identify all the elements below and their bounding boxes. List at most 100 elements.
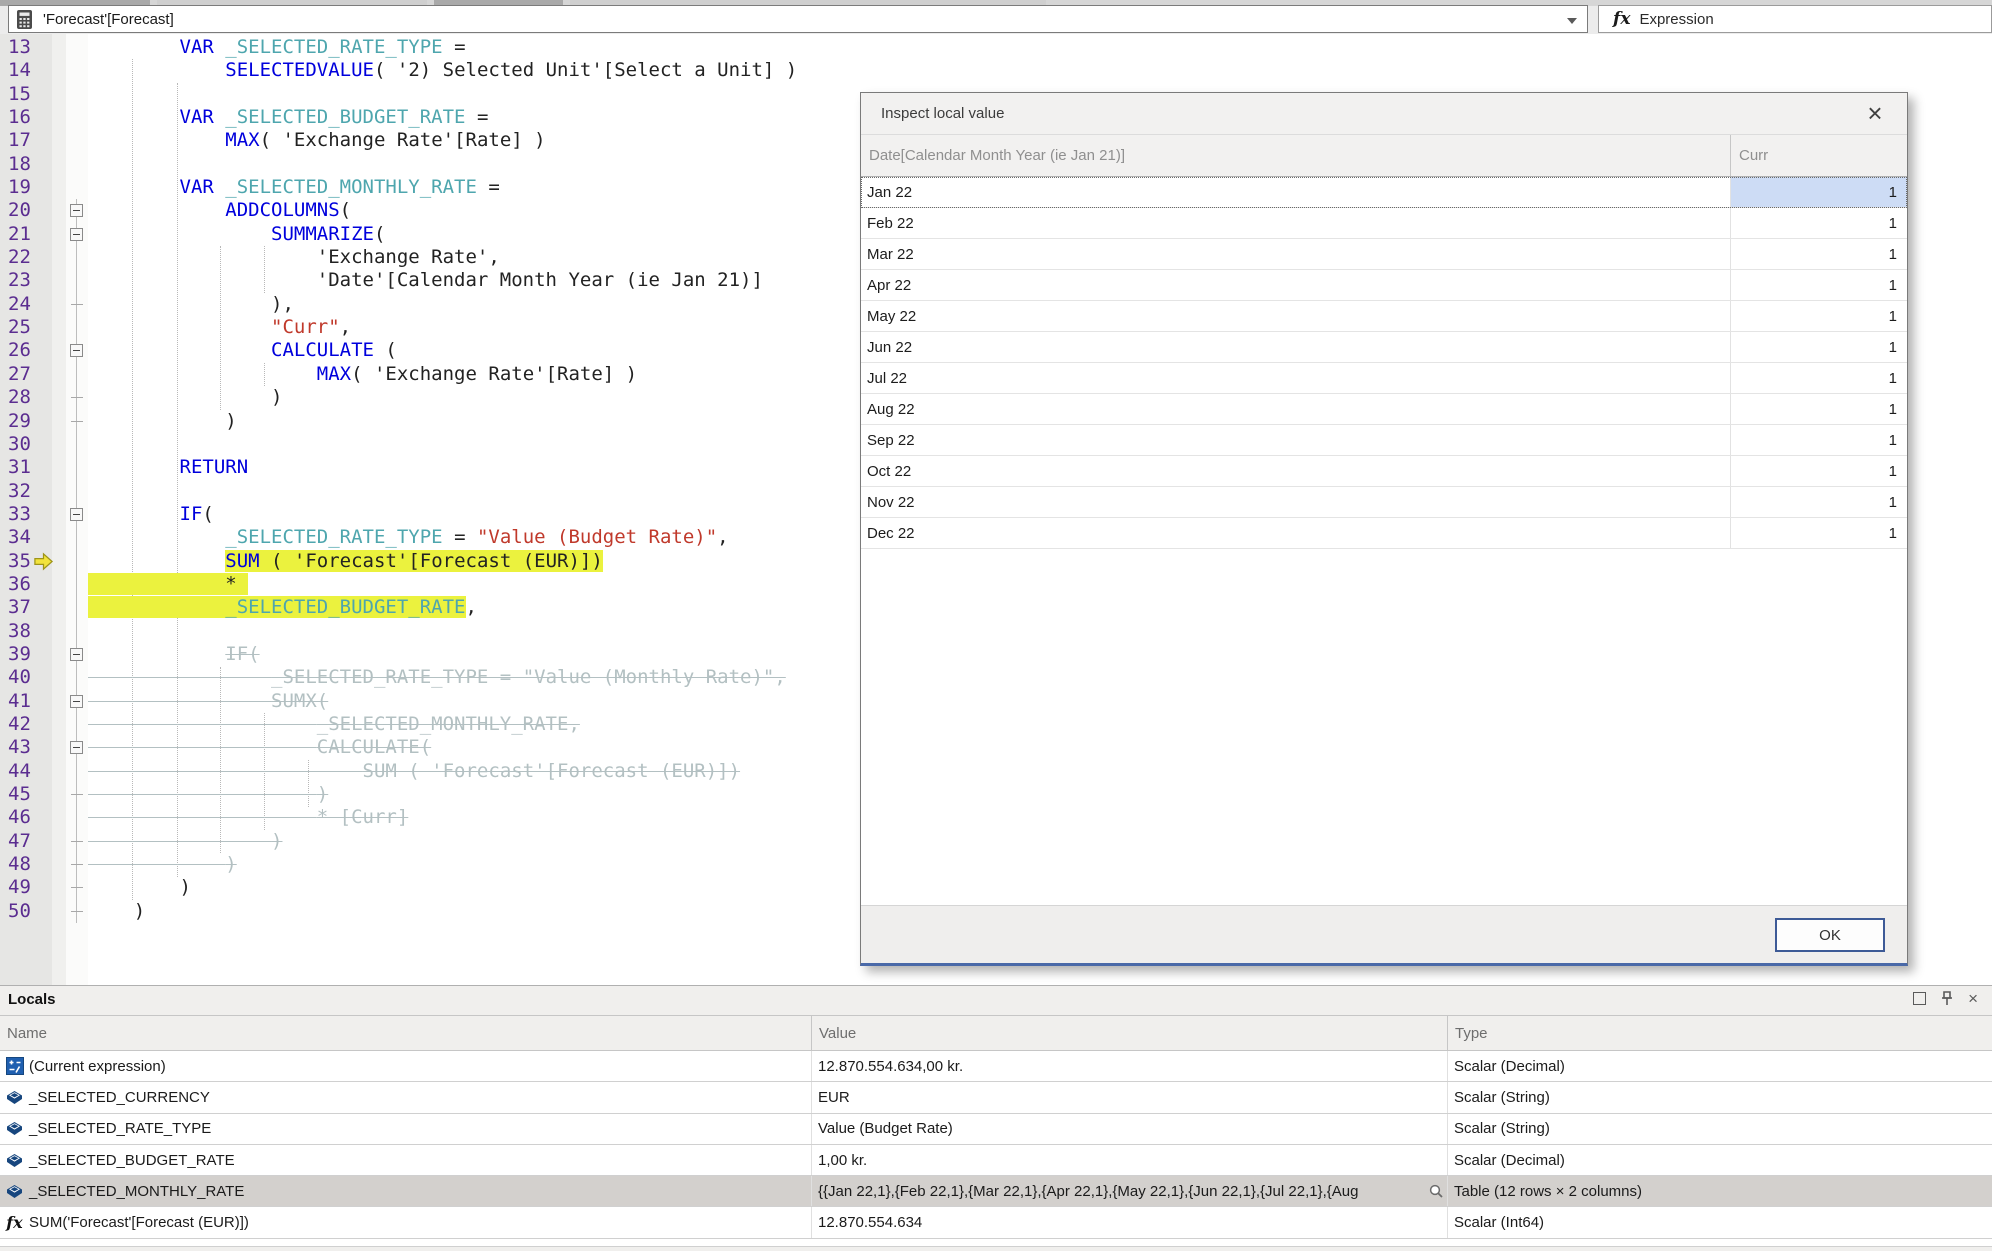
fold-collapse-icon[interactable] [70,228,83,241]
marker-margin-cell [52,316,66,339]
column-header-name[interactable]: Name [0,1016,812,1050]
local-value-cell[interactable]: 12.870.554.634 [812,1207,1448,1237]
code-line[interactable]: 14 SELECTEDVALUE( '2) Selected Unit'[Sel… [0,59,1992,82]
local-value-cell[interactable]: Value (Budget Rate) [812,1114,1448,1144]
fold-collapse-icon[interactable] [70,204,83,217]
code-text: "Curr", [88,316,351,339]
locals-row[interactable]: (Current expression)12.870.554.634,00 kr… [0,1051,1992,1082]
curr-cell[interactable]: 1 [1731,270,1907,300]
expression-selector-dropdown[interactable]: 'Forecast'[Forecast] [8,5,1588,33]
fold-cell [66,480,88,503]
local-value-cell[interactable]: 12.870.554.634,00 kr. [812,1051,1448,1081]
ok-button[interactable]: OK [1775,918,1885,952]
code-text: MAX( 'Exchange Rate'[Rate] ) [88,363,637,386]
local-name-cell[interactable]: _SELECTED_CURRENCY [0,1082,812,1112]
search-icon[interactable] [1428,1183,1444,1199]
dialog-table-row[interactable]: Oct 221 [861,456,1907,487]
date-cell[interactable]: Jan 22 [861,177,1731,207]
local-value-cell[interactable]: EUR [812,1082,1448,1112]
local-type-cell[interactable]: Scalar (String) [1448,1114,1992,1144]
date-cell[interactable]: Apr 22 [861,270,1731,300]
date-cell[interactable]: Oct 22 [861,456,1731,486]
local-type-cell[interactable]: Scalar (String) [1448,1082,1992,1112]
close-icon[interactable]: × [1859,97,1891,129]
column-header-value[interactable]: Value [812,1016,1448,1050]
fold-collapse-icon[interactable] [70,741,83,754]
curr-cell[interactable]: 1 [1731,332,1907,362]
date-cell[interactable]: Jun 22 [861,332,1731,362]
local-name-cell[interactable]: _SELECTED_BUDGET_RATE [0,1145,812,1175]
date-cell[interactable]: Jul 22 [861,363,1731,393]
marker-margin-cell [52,456,66,479]
fold-collapse-icon[interactable] [70,648,83,661]
code-line[interactable]: 13 VAR _SELECTED_RATE_TYPE = [0,36,1992,59]
date-cell[interactable]: Mar 22 [861,239,1731,269]
dialog-table-row[interactable]: Dec 221 [861,518,1907,549]
dialog-table-row[interactable]: Feb 221 [861,208,1907,239]
locals-row[interactable]: _SELECTED_RATE_TYPEValue (Budget Rate)Sc… [0,1114,1992,1145]
restore-icon[interactable] [1913,992,1926,1005]
fold-cell [66,363,88,386]
dialog-title-bar: Inspect local value × [861,93,1907,135]
local-type-cell[interactable]: Table (12 rows × 2 columns) [1448,1176,1992,1206]
marker-margin-cell [52,690,66,713]
local-type-cell[interactable]: Scalar (Decimal) [1448,1145,1992,1175]
close-icon[interactable]: × [1968,991,1978,1006]
curr-cell[interactable]: 1 [1731,177,1907,207]
local-type-cell[interactable]: Scalar (Int64) [1448,1207,1992,1237]
code-text: VAR _SELECTED_BUDGET_RATE = [88,106,488,129]
date-cell[interactable]: Dec 22 [861,518,1731,548]
marker-margin-cell [52,36,66,59]
curr-cell[interactable]: 1 [1731,487,1907,517]
marker-margin-cell [52,153,66,176]
curr-cell[interactable]: 1 [1731,301,1907,331]
curr-cell[interactable]: 1 [1731,363,1907,393]
date-cell[interactable]: Feb 22 [861,208,1731,238]
pin-icon[interactable] [1940,990,1954,1006]
fold-end-marker [71,794,83,795]
curr-cell[interactable]: 1 [1731,239,1907,269]
date-cell[interactable]: Sep 22 [861,425,1731,455]
local-name-cell[interactable]: _SELECTED_MONTHLY_RATE [0,1176,812,1206]
date-cell[interactable]: May 22 [861,301,1731,331]
line-number: 14 [0,59,52,82]
curr-cell[interactable]: 1 [1731,456,1907,486]
local-type-cell[interactable]: Scalar (Decimal) [1448,1051,1992,1081]
dialog-table-rows: Jan 221Feb 221Mar 221Apr 221May 221Jun 2… [861,177,1907,549]
marker-margin-cell [52,760,66,783]
dialog-table-row[interactable]: Jan 221 [861,177,1907,208]
dialog-table-row[interactable]: Jul 221 [861,363,1907,394]
local-name-cell[interactable]: fxSUM('Forecast'[Forecast (EUR)]) [0,1207,812,1237]
curr-cell[interactable]: 1 [1731,518,1907,548]
locals-row[interactable]: _SELECTED_CURRENCYEURScalar (String) [0,1082,1992,1113]
chevron-down-icon[interactable] [1567,18,1577,24]
fold-collapse-icon[interactable] [70,508,83,521]
dialog-table-row[interactable]: Nov 221 [861,487,1907,518]
dialog-table-row[interactable]: May 221 [861,301,1907,332]
line-number: 41 [0,690,52,713]
curr-cell[interactable]: 1 [1731,208,1907,238]
fold-end-marker [71,841,83,842]
dialog-table-row[interactable]: Aug 221 [861,394,1907,425]
locals-row[interactable]: fxSUM('Forecast'[Forecast (EUR)])12.870.… [0,1207,1992,1238]
local-value-cell[interactable]: 1,00 kr. [812,1145,1448,1175]
code-text: ), [88,293,294,316]
dialog-table-row[interactable]: Mar 221 [861,239,1907,270]
column-header-type[interactable]: Type [1448,1016,1992,1050]
fold-collapse-icon[interactable] [70,695,83,708]
curr-cell[interactable]: 1 [1731,425,1907,455]
date-cell[interactable]: Aug 22 [861,394,1731,424]
locals-row[interactable]: _SELECTED_MONTHLY_RATE{{Jan 22,1},{Feb 2… [0,1176,1992,1207]
date-cell[interactable]: Nov 22 [861,487,1731,517]
local-name-cell[interactable]: _SELECTED_RATE_TYPE [0,1114,812,1144]
fx-icon: fx [1613,9,1630,29]
dialog-table-row[interactable]: Apr 221 [861,270,1907,301]
marker-margin-cell [52,783,66,806]
local-value-cell[interactable]: {{Jan 22,1},{Feb 22,1},{Mar 22,1},{Apr 2… [812,1176,1448,1206]
dialog-table-row[interactable]: Jun 221 [861,332,1907,363]
curr-cell[interactable]: 1 [1731,394,1907,424]
fold-collapse-icon[interactable] [70,344,83,357]
dialog-table-row[interactable]: Sep 221 [861,425,1907,456]
locals-row[interactable]: _SELECTED_BUDGET_RATE1,00 kr.Scalar (Dec… [0,1145,1992,1176]
local-name-cell[interactable]: (Current expression) [0,1051,812,1081]
